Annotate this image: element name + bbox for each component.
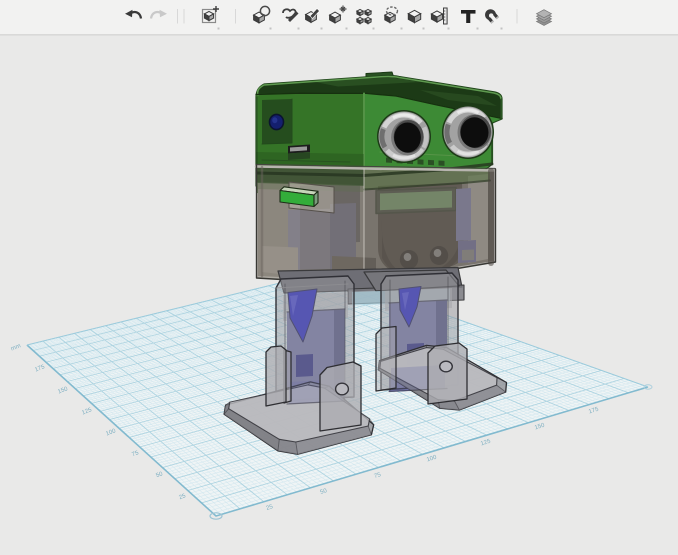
svg-text:150: 150 bbox=[57, 386, 69, 395]
svg-text:25: 25 bbox=[178, 493, 187, 501]
svg-text:125: 125 bbox=[480, 439, 492, 448]
svg-text:150: 150 bbox=[534, 423, 546, 432]
svg-text:125: 125 bbox=[81, 407, 93, 416]
svg-text:50: 50 bbox=[155, 471, 164, 479]
svg-text:mm: mm bbox=[10, 343, 21, 352]
svg-text:25: 25 bbox=[266, 504, 275, 512]
svg-text:175: 175 bbox=[588, 407, 600, 416]
svg-text:50: 50 bbox=[320, 488, 329, 496]
svg-text:175: 175 bbox=[34, 364, 46, 373]
svg-text:100: 100 bbox=[426, 455, 438, 464]
svg-text:75: 75 bbox=[131, 450, 140, 458]
svg-text:75: 75 bbox=[374, 472, 383, 480]
svg-text:100: 100 bbox=[105, 428, 117, 437]
